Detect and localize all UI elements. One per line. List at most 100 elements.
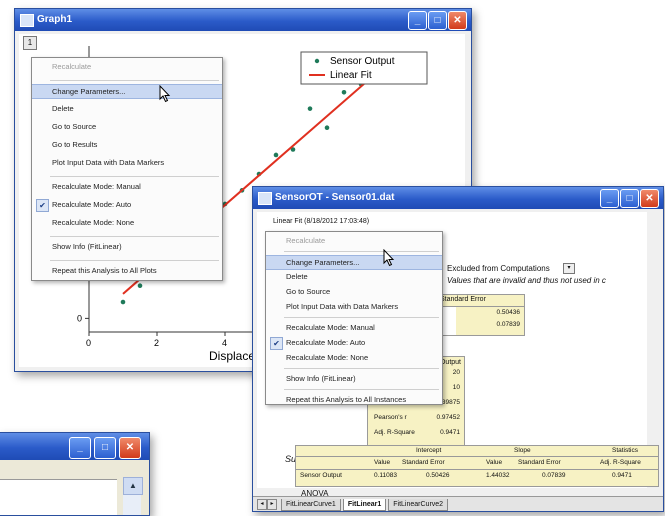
menu-separator	[284, 368, 439, 369]
sheet-tab[interactable]: FitLinearCurve1	[281, 499, 341, 511]
param-header: Standard Error	[440, 296, 486, 303]
worksheet-titlebar: SensorOT - Sensor01.dat _ □ ✕	[253, 187, 663, 209]
menu-item[interactable]: Show Info (FitLinear)	[266, 372, 442, 385]
summary-cell: 0.11083	[374, 472, 398, 479]
menu-item[interactable]: Repeat this Analysis to All Plots	[32, 264, 222, 277]
tab-nav-next[interactable]: ▸	[267, 499, 277, 510]
summary-col-header: Standard Error	[518, 459, 561, 466]
summary-group-statistics: Statistics	[612, 447, 639, 454]
background-window: _ □ ✕ ▲	[0, 432, 150, 516]
menu-separator	[50, 176, 219, 177]
stats-value: 0.9471	[440, 429, 460, 436]
background-window-content	[0, 479, 117, 515]
background-window-titlebar: _ □ ✕	[0, 433, 149, 460]
data-point	[324, 125, 330, 131]
legend-marker-sensor	[314, 58, 320, 64]
vertical-scrollbar[interactable]: ▲	[123, 477, 143, 515]
menu-item[interactable]: Recalculate Mode: Manual	[266, 321, 442, 334]
menu-item[interactable]: Change Parameters...	[266, 255, 442, 270]
x-tick-label: 4	[222, 338, 227, 348]
menu-item[interactable]: Delete	[32, 102, 222, 115]
legend-label-sensor: Sensor Output	[330, 56, 395, 67]
data-point	[341, 90, 347, 95]
graph-window-titlebar: Graph1 _ □ ✕	[15, 9, 471, 31]
graph-close-button[interactable]: ✕	[448, 11, 467, 30]
menu-item[interactable]: Repeat this Analysis to All Instances	[266, 393, 442, 406]
graph-maximize-button[interactable]: □	[428, 11, 447, 30]
minimize-button[interactable]: _	[69, 437, 91, 459]
summary-cell: 0.9471	[612, 472, 632, 479]
legend-label-fit: Linear Fit	[330, 70, 372, 81]
sheet-maximize-button[interactable]: □	[620, 189, 639, 208]
menu-item[interactable]: Recalculate Mode: None	[32, 216, 222, 229]
summary-table: Intercept Slope Statistics Value Standar…	[295, 445, 659, 487]
menu-separator	[50, 80, 219, 81]
graph-window-icon	[20, 14, 34, 27]
stats-value: 0.97452	[436, 414, 461, 421]
worksheet-window: SensorOT - Sensor01.dat _ □ ✕ Linear Fit…	[252, 186, 664, 512]
menu-item[interactable]: Delete	[266, 270, 442, 283]
menu-item[interactable]: Plot Input Data with Data Markers	[32, 156, 222, 169]
param-value: 0.07839	[496, 321, 521, 328]
summary-col-header: Standard Error	[402, 459, 445, 466]
menu-item[interactable]: Recalculate Mode: Auto	[32, 198, 222, 211]
x-axis-label: Displace	[209, 349, 255, 363]
y-tick-label: 0	[77, 313, 82, 323]
menu-item[interactable]: Recalculate	[32, 60, 222, 73]
menu-item[interactable]: Recalculate Mode: Manual	[32, 180, 222, 193]
data-point	[137, 283, 143, 288]
notes-line-2: Values that are invalid and thus not use…	[447, 276, 606, 285]
menu-separator	[284, 251, 439, 252]
menu-item[interactable]: Recalculate	[266, 234, 442, 247]
stats-label: Adj. R-Square	[374, 429, 415, 436]
sheet-minimize-button[interactable]: _	[600, 189, 619, 208]
summary-col-header: Adj. R-Square	[600, 459, 641, 466]
x-tick-label: 2	[154, 338, 159, 348]
summary-col-header: Value	[374, 459, 391, 466]
stats-value: 10	[452, 384, 460, 391]
sheet-context-menu: Recalculate Change Parameters... Delete Go …	[265, 231, 443, 405]
x-tick-label: 0	[86, 338, 91, 348]
scroll-up-button[interactable]: ▲	[123, 477, 143, 495]
graph-window-title: Graph1	[37, 14, 73, 25]
summary-cell: 1.44032	[486, 472, 510, 479]
sheet-tab[interactable]: FitLinearCurve2	[388, 499, 449, 511]
notes-dropdown[interactable]: ▾	[563, 263, 575, 274]
menu-item[interactable]: Recalculate Mode: Auto	[266, 336, 442, 349]
menu-separator	[50, 236, 219, 237]
sheet-close-button[interactable]: ✕	[640, 189, 659, 208]
worksheet-icon	[258, 192, 272, 205]
report-header: Linear Fit (8/18/2012 17:03:48)	[273, 218, 370, 225]
param-value: 0.50436	[496, 309, 521, 316]
checkmark-icon: ✔	[270, 337, 283, 350]
menu-item[interactable]: Recalculate Mode: None	[266, 351, 442, 364]
menu-item[interactable]: Plot Input Data with Data Markers	[266, 300, 442, 313]
menu-item[interactable]: Go to Source	[266, 285, 442, 298]
data-point	[120, 299, 126, 305]
menu-separator	[50, 260, 219, 261]
mouse-cursor	[383, 249, 395, 267]
summary-cell: 0.50426	[426, 472, 450, 479]
summary-row-label: Sensor Output	[300, 472, 342, 479]
sheet-tab[interactable]: FitLinear1	[342, 499, 387, 511]
chart-legend[interactable]: Sensor Output Linear Fit	[300, 51, 428, 85]
menu-separator	[284, 317, 439, 318]
menu-item[interactable]: Change Parameters...	[32, 84, 222, 99]
notes-line-1: Excluded from Computations	[447, 264, 550, 273]
tab-nav-first[interactable]: ◂	[257, 499, 267, 510]
menu-separator	[284, 389, 439, 390]
graph-minimize-button[interactable]: _	[408, 11, 427, 30]
menu-item[interactable]: Show Info (FitLinear)	[32, 240, 222, 253]
close-button[interactable]: ✕	[119, 437, 141, 459]
summary-group-slope: Slope	[514, 447, 531, 454]
summary-cell: 0.07839	[542, 472, 566, 479]
stats-value: 20	[452, 369, 460, 376]
maximize-button[interactable]: □	[94, 437, 116, 459]
data-point	[273, 152, 279, 158]
sheet-tab-bar: ◂ ▸ FitLinearCurve1 FitLinear1 FitLinearCu…	[253, 496, 663, 511]
data-point	[307, 106, 313, 111]
worksheet-title: SensorOT - Sensor01.dat	[275, 192, 395, 203]
menu-item[interactable]: Go to Source	[32, 120, 222, 133]
menu-item[interactable]: Go to Results	[32, 138, 222, 151]
checkmark-icon: ✔	[36, 199, 49, 212]
